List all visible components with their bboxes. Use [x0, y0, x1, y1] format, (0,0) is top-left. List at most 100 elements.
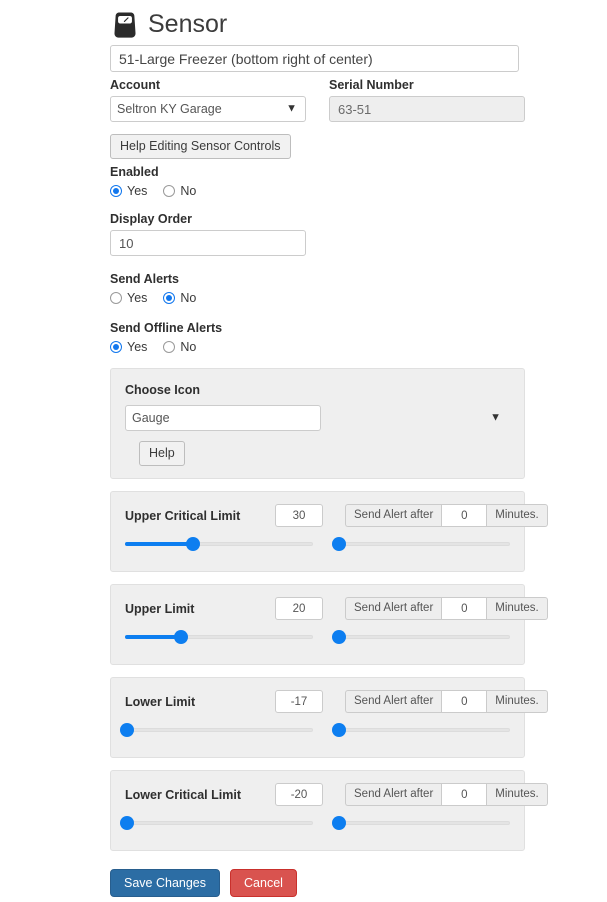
limit-name: Upper Limit — [125, 601, 195, 616]
limit-header-row: Lower Critical Limit Send Alert after Minu… — [125, 783, 548, 806]
account-serial-row: Account Seltron KY Garage ▼ Serial Numbe… — [110, 72, 525, 122]
alert-delay-slider[interactable] — [331, 723, 510, 737]
limit-sliders-row — [119, 816, 510, 830]
save-changes-button[interactable]: Save Changes — [110, 869, 221, 897]
alert-prefix-label: Send Alert after — [345, 597, 442, 620]
slider-track — [125, 821, 313, 825]
form-container: Sensor Account Seltron KY Garage ▼ Seria… — [110, 0, 548, 897]
slider-handle[interactable] — [331, 630, 346, 644]
sensor-edit-page: Sensor Account Seltron KY Garage ▼ Seria… — [0, 0, 607, 902]
account-select-wrap[interactable]: Seltron KY Garage ▼ — [110, 96, 306, 122]
slider-handle[interactable] — [174, 630, 189, 644]
alert-delay-input[interactable] — [441, 504, 488, 527]
choose-icon-select[interactable]: Gauge — [125, 405, 321, 431]
chevron-down-icon: ▼ — [490, 411, 501, 424]
limit-sliders-row — [125, 630, 510, 644]
slider-track — [335, 635, 510, 639]
alert-delay-group: Send Alert after Minutes. — [345, 597, 548, 620]
send-alerts-radio-group: Yes No — [110, 291, 525, 305]
slider-handle[interactable] — [185, 537, 200, 551]
limit-sliders-row — [125, 537, 510, 551]
limit-sliders-row — [119, 723, 510, 737]
send-alerts-label: Send Alerts — [110, 272, 180, 286]
alert-delay-group: Send Alert after Minutes. — [345, 783, 548, 806]
limit-value-input[interactable] — [275, 690, 323, 713]
slider-handle[interactable] — [331, 816, 346, 830]
slider-track — [335, 821, 510, 825]
alert-delay-input[interactable] — [441, 597, 488, 620]
limit-panel: Upper Critical Limit Send Alert after Minu… — [110, 491, 548, 572]
send-alerts-no-label: No — [180, 291, 197, 305]
account-label: Account — [110, 78, 160, 92]
slider-handle[interactable] — [331, 537, 346, 551]
limit-header-row: Upper Critical Limit Send Alert after Minu… — [125, 504, 548, 527]
cancel-button[interactable]: Cancel — [230, 869, 297, 897]
enabled-radio-no[interactable]: No — [163, 184, 196, 198]
limit-value-slider[interactable] — [119, 723, 313, 737]
slider-handle[interactable] — [119, 723, 134, 737]
send-offline-alerts-yes-label: Yes — [127, 340, 148, 354]
slider-track — [335, 728, 510, 732]
slider-handle[interactable] — [331, 723, 346, 737]
slider-track — [335, 542, 510, 546]
limit-panel: Upper Limit Send Alert after Minutes. — [110, 584, 548, 665]
limit-value-input[interactable] — [275, 783, 323, 806]
serial-column: Serial Number — [329, 72, 525, 122]
enabled-yes-label: Yes — [127, 184, 148, 198]
account-select[interactable]: Seltron KY Garage — [110, 96, 306, 122]
send-offline-alerts-radio-yes[interactable]: Yes — [110, 340, 147, 354]
enabled-radio-yes[interactable]: Yes — [110, 184, 147, 198]
send-alerts-radio-yes[interactable]: Yes — [110, 291, 147, 305]
choose-icon-help-row: Help — [125, 441, 510, 466]
alert-suffix-label: Minutes. — [487, 783, 548, 806]
scale-gauge-icon — [114, 11, 136, 38]
alert-delay-group: Send Alert after Minutes. — [345, 690, 548, 713]
send-alerts-radio-no[interactable]: No — [163, 291, 196, 305]
enabled-no-label: No — [180, 184, 197, 198]
limit-value-input[interactable] — [275, 597, 323, 620]
form-actions: Save Changes Cancel — [110, 869, 525, 897]
limit-name: Lower Critical Limit — [125, 787, 241, 802]
serial-number-label: Serial Number — [329, 78, 414, 92]
limit-value-input[interactable] — [275, 504, 323, 527]
alert-prefix-label: Send Alert after — [345, 783, 442, 806]
slider-handle[interactable] — [119, 816, 134, 830]
help-editing-sensor-controls-button[interactable]: Help Editing Sensor Controls — [110, 134, 291, 159]
radio-indicator — [110, 292, 122, 304]
radio-indicator — [110, 341, 122, 353]
choose-icon-help-button[interactable]: Help — [139, 441, 185, 466]
alert-delay-slider[interactable] — [331, 630, 510, 644]
limit-value-slider[interactable] — [125, 630, 313, 644]
alert-suffix-label: Minutes. — [487, 504, 548, 527]
alert-delay-slider[interactable] — [331, 816, 510, 830]
enabled-label: Enabled — [110, 165, 159, 179]
slider-track — [125, 728, 313, 732]
alert-suffix-label: Minutes. — [487, 690, 548, 713]
limit-name: Upper Critical Limit — [125, 508, 241, 523]
display-order-input[interactable] — [110, 230, 306, 256]
serial-number-input — [329, 96, 525, 122]
limit-panel: Lower Critical Limit Send Alert after Minu… — [110, 770, 548, 851]
account-column: Account Seltron KY Garage ▼ — [110, 72, 306, 122]
sensor-name-input[interactable] — [110, 45, 519, 72]
alert-delay-input[interactable] — [441, 783, 488, 806]
limits-container: Upper Critical Limit Send Alert after Minu… — [110, 491, 548, 851]
choose-icon-panel: Choose Icon Gauge ▼ Help — [110, 368, 525, 479]
send-offline-alerts-no-label: No — [180, 340, 197, 354]
limit-value-slider[interactable] — [119, 816, 313, 830]
send-offline-alerts-label: Send Offline Alerts — [110, 321, 223, 335]
display-order-label: Display Order — [110, 212, 192, 226]
send-alerts-yes-label: Yes — [127, 291, 148, 305]
choose-icon-label: Choose Icon — [125, 383, 201, 397]
page-title: Sensor — [148, 10, 228, 38]
radio-indicator — [163, 185, 176, 197]
alert-delay-slider[interactable] — [331, 537, 510, 551]
choose-icon-select-wrap[interactable]: Gauge ▼ — [125, 405, 510, 431]
alert-prefix-label: Send Alert after — [345, 690, 442, 713]
radio-indicator — [163, 292, 176, 304]
send-offline-alerts-radio-no[interactable]: No — [163, 340, 196, 354]
alert-delay-group: Send Alert after Minutes. — [345, 504, 548, 527]
limit-header-row: Upper Limit Send Alert after Minutes. — [125, 597, 548, 620]
limit-value-slider[interactable] — [125, 537, 313, 551]
alert-delay-input[interactable] — [441, 690, 488, 713]
